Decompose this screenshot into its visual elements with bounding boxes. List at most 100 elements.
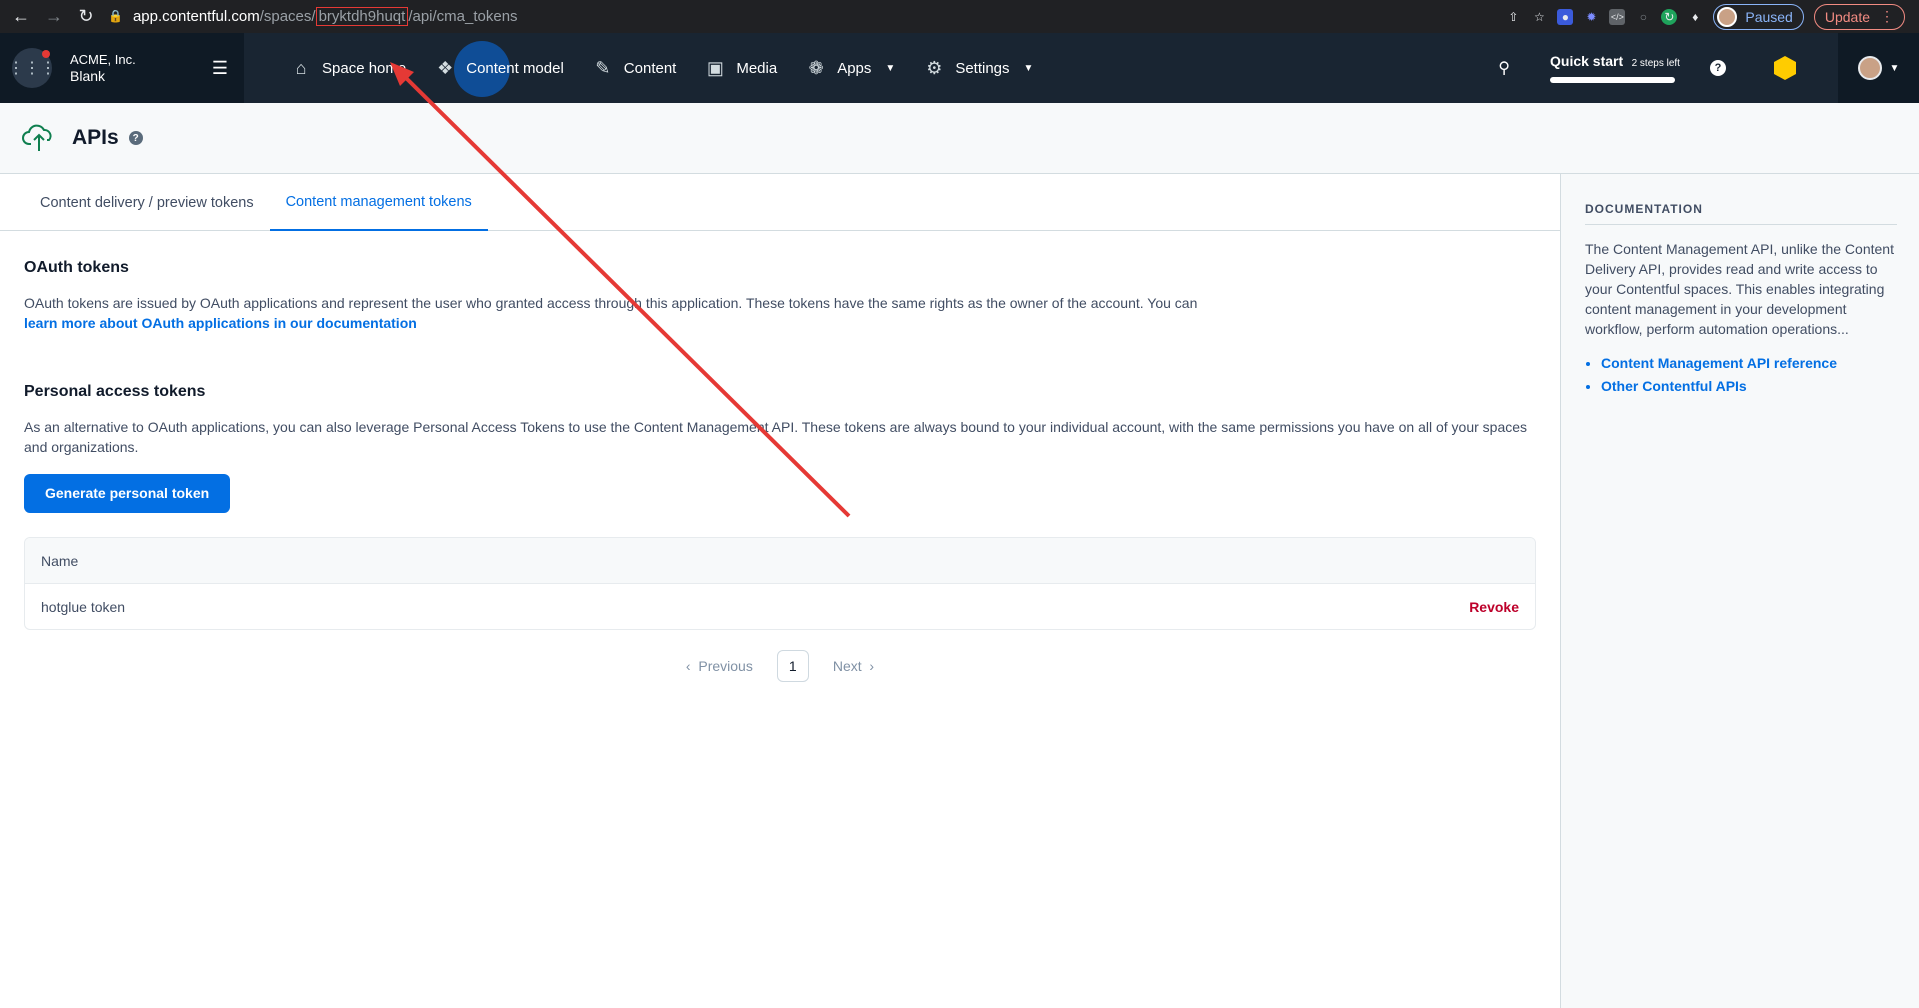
home-icon: ⌂ xyxy=(295,57,307,78)
previous-page-button[interactable]: ‹ Previous xyxy=(686,658,753,674)
documentation-heading: DOCUMENTATION xyxy=(1585,202,1897,225)
url-path-before: /spaces/ xyxy=(259,7,316,25)
nav-settings[interactable]: ⚙ Settings ▼ xyxy=(909,33,1047,103)
back-icon[interactable]: ← xyxy=(9,4,33,28)
caret-down-icon: ▼ xyxy=(1023,62,1034,74)
org-space-switcher[interactable]: ⋮⋮⋮ ACME, Inc. Blank ☰ xyxy=(0,33,244,103)
chevron-right-icon: › xyxy=(869,658,875,674)
cma-reference-link[interactable]: Content Management API reference xyxy=(1601,355,1895,371)
nav-space-home[interactable]: ⌂ Space home xyxy=(276,33,420,103)
oauth-text: OAuth tokens are issued by OAuth applica… xyxy=(24,295,1198,311)
column-name-header: Name xyxy=(41,552,79,569)
table-header: Name xyxy=(25,538,1535,584)
token-tabs: Content delivery / preview tokens Conten… xyxy=(0,174,1560,231)
help-circle-icon[interactable]: ? xyxy=(128,131,143,145)
extension-gear-icon[interactable]: ✹ xyxy=(1583,9,1599,25)
nav-apps[interactable]: ❁ Apps ▼ xyxy=(791,33,909,103)
nav-media[interactable]: ▣ Media xyxy=(690,33,791,103)
org-name: ACME, Inc. xyxy=(70,52,136,67)
next-page-button[interactable]: Next › xyxy=(833,658,874,674)
extension-circle-icon[interactable]: ○ xyxy=(1635,9,1651,25)
caret-down-icon: ▼ xyxy=(885,62,896,74)
help-icon[interactable]: ? xyxy=(1710,60,1726,76)
paused-label: Paused xyxy=(1745,8,1793,25)
url-space-id: bryktdh9huqt xyxy=(315,6,409,26)
main-nav-items: ⌂ Space home ❖ Content model ✎ Content ▣… xyxy=(276,33,1047,103)
nav-label: Content xyxy=(623,59,677,77)
page-title: APIs xyxy=(72,126,119,149)
hamburger-menu-icon[interactable]: ☰ xyxy=(212,58,228,79)
apps-icon: ❁ xyxy=(808,57,824,78)
documentation-sidebar: DOCUMENTATION The Content Management API… xyxy=(1560,174,1919,1008)
page-header: APIs ? xyxy=(0,103,1919,174)
settings-icon: ⚙ xyxy=(926,57,943,78)
notification-dot xyxy=(42,50,50,58)
next-label: Next xyxy=(832,658,862,674)
other-apis-link[interactable]: Other Contentful APIs xyxy=(1601,378,1895,394)
nav-label: Space home xyxy=(322,59,407,77)
tab-panel: OAuth tokens OAuth tokens are issued by … xyxy=(0,259,1560,682)
table-row: hotglue token Revoke xyxy=(25,584,1535,629)
token-name: hotglue token xyxy=(41,598,126,615)
nav-label: Media xyxy=(736,59,778,77)
address-bar[interactable]: 🔒 app.contentful.com /spaces/ bryktdh9hu… xyxy=(108,3,1523,29)
url-host: app.contentful.com xyxy=(132,7,260,25)
hexagon-badge-icon[interactable] xyxy=(1774,56,1796,80)
documentation-text: The Content Management API, unlike the C… xyxy=(1585,241,1894,337)
app-navigation: ⋮⋮⋮ ACME, Inc. Blank ☰ ⌂ Space home ❖ Co… xyxy=(0,33,1919,103)
nav-label: Apps xyxy=(837,59,872,77)
previous-label: Previous xyxy=(698,658,753,674)
pat-section-title: Personal access tokens xyxy=(24,383,206,400)
tab-content-delivery[interactable]: Content delivery / preview tokens xyxy=(24,174,270,231)
revoke-button[interactable]: Revoke xyxy=(1469,599,1519,615)
quick-start-progress-bar xyxy=(1550,77,1676,83)
quick-start-widget[interactable]: Quick start 2 steps left xyxy=(1550,53,1682,83)
share-icon[interactable]: ⇧ xyxy=(1505,9,1521,25)
quick-start-title: Quick start xyxy=(1550,53,1624,69)
app-grid-icon[interactable]: ⋮⋮⋮ xyxy=(8,48,56,88)
oauth-docs-link[interactable]: learn more about OAuth applications in o… xyxy=(24,315,417,331)
documentation-links: Content Management API reference Other C… xyxy=(1585,355,1895,394)
cloud-upload-icon xyxy=(22,121,56,155)
nav-right-area: ⚲ Quick start 2 steps left ? ▼ xyxy=(1498,33,1919,103)
browser-toolbar: ← → ↻ 🔒 app.contentful.com /spaces/ bryk… xyxy=(0,0,1919,33)
nav-content-model[interactable]: ❖ Content model xyxy=(420,33,578,103)
extension-green-icon[interactable]: ↻ xyxy=(1661,8,1678,25)
forward-icon[interactable]: → xyxy=(42,4,66,28)
puzzle-icon[interactable]: ♦ xyxy=(1687,9,1703,25)
bookmark-star-icon[interactable]: ☆ xyxy=(1531,9,1547,25)
nav-content[interactable]: ✎ Content xyxy=(578,33,691,103)
user-avatar xyxy=(1857,56,1882,80)
space-name: Blank xyxy=(70,68,106,84)
org-space-label: ACME, Inc. Blank xyxy=(70,51,136,85)
nav-label: Settings xyxy=(955,59,1010,77)
media-icon: ▣ xyxy=(706,57,724,78)
reload-icon[interactable]: ↻ xyxy=(74,4,98,28)
profile-paused-button[interactable]: Paused xyxy=(1713,3,1804,30)
content-icon: ✎ xyxy=(595,57,611,78)
generate-personal-token-button[interactable]: Generate personal token xyxy=(24,474,231,513)
url-path-after: /api/cma_tokens xyxy=(408,7,518,25)
update-label: Update xyxy=(1824,8,1870,25)
page-number-button[interactable]: 1 xyxy=(776,650,809,682)
nav-label: Content model xyxy=(466,59,564,77)
content-model-icon: ❖ xyxy=(437,57,454,78)
kebab-menu-icon: ⋮ xyxy=(1880,8,1894,24)
main-content: Content delivery / preview tokens Conten… xyxy=(0,174,1560,1008)
extension-person-icon[interactable]: ● xyxy=(1557,8,1574,25)
quick-start-steps: 2 steps left xyxy=(1631,58,1680,69)
oauth-section-title: OAuth tokens xyxy=(24,259,129,276)
tab-content-management[interactable]: Content management tokens xyxy=(269,174,488,231)
pat-description: As an alternative to OAuth applications,… xyxy=(24,419,1528,455)
tokens-table: Name hotglue token Revoke xyxy=(24,537,1536,630)
profile-avatar xyxy=(1717,6,1738,27)
update-button[interactable]: Update ⋮ xyxy=(1813,3,1905,30)
extensions-area: ⇧ ☆ ● ✹ </> ○ ↻ ♦ Paused Update ⋮ xyxy=(1505,3,1905,30)
user-menu[interactable]: ▼ xyxy=(1838,33,1919,103)
search-icon[interactable]: ⚲ xyxy=(1498,58,1510,78)
oauth-description: OAuth tokens are issued by OAuth applica… xyxy=(24,293,1536,333)
pagination: ‹ Previous 1 Next › xyxy=(24,650,1536,682)
chevron-left-icon: ‹ xyxy=(685,658,691,674)
caret-down-icon: ▼ xyxy=(1889,62,1900,74)
extension-code-icon[interactable]: </> xyxy=(1609,8,1626,25)
